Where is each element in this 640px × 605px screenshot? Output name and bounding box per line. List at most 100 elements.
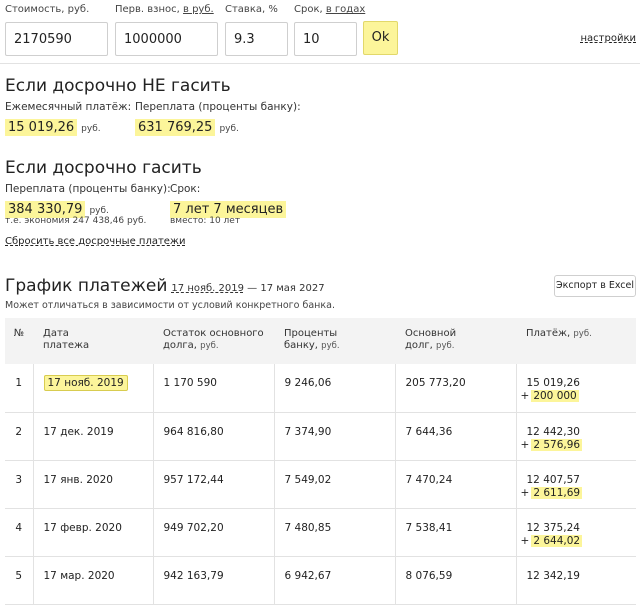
range-end: 17 мая 2027 bbox=[260, 283, 325, 294]
saving-text: т.е. экономия 247 438,46 руб. bbox=[5, 216, 147, 226]
header-payment-unit: руб. bbox=[573, 329, 592, 339]
term-label-text: Срок, bbox=[294, 4, 323, 15]
header-interest: Проценты банку, руб. bbox=[274, 318, 395, 364]
row-date: 17 дек. 2019 bbox=[33, 412, 154, 461]
row-extra-plus: + bbox=[520, 486, 530, 499]
down-payment-unit-toggle[interactable]: в руб. bbox=[183, 4, 214, 15]
row-payment-value: 12 375,24 bbox=[526, 521, 580, 534]
row-payment: 12 375,24 +2 644,02 bbox=[516, 508, 637, 557]
term-field-group: Срок, в годах 10 bbox=[294, 4, 365, 56]
row-balance: 1 170 590 bbox=[153, 364, 275, 413]
range-start[interactable]: 17 нояб. 2019 bbox=[171, 283, 244, 294]
row-balance: 957 172,44 bbox=[153, 460, 275, 509]
header-principal-line2: долг, bbox=[405, 340, 433, 351]
down-payment-label: Перв. взнос, в руб. bbox=[115, 4, 218, 18]
header-num: № bbox=[5, 318, 33, 364]
early-overpayment: 384 330,79 руб. bbox=[5, 198, 109, 218]
header-principal: Основной долг, руб. bbox=[395, 318, 516, 364]
row-interest: 7 480,85 bbox=[274, 508, 396, 557]
input-bar: Стоимость, руб. 2170590 Перв. взнос, в р… bbox=[0, 0, 640, 64]
row-extra-payment[interactable]: +2 644,02 bbox=[520, 534, 637, 547]
early-term-label: Срок: bbox=[170, 183, 201, 195]
cost-input[interactable]: 2170590 bbox=[5, 22, 108, 56]
row-date-value[interactable]: 17 нояб. 2019 bbox=[43, 375, 128, 391]
early-overpayment-unit: руб. bbox=[89, 206, 109, 216]
row-payment-value: 12 342,19 bbox=[526, 569, 580, 582]
header-balance-unit: руб. bbox=[200, 341, 219, 351]
row-date: 17 февр. 2020 bbox=[33, 508, 154, 557]
row-payment: 12 342,19 bbox=[516, 556, 636, 605]
schedule-title: График платежей bbox=[5, 276, 168, 296]
down-payment-label-text: Перв. взнос, bbox=[115, 4, 180, 15]
row-interest: 6 942,67 bbox=[274, 556, 396, 605]
down-payment-input[interactable]: 1000000 bbox=[115, 22, 218, 56]
down-payment-field-group: Перв. взнос, в руб. 1000000 bbox=[115, 4, 218, 56]
header-date-line1: Дата bbox=[43, 328, 69, 339]
reset-early-payments-link[interactable]: Сбросить все досрочные платежи bbox=[5, 236, 185, 247]
row-extra-plus: + bbox=[520, 390, 530, 402]
ok-button[interactable]: Ok bbox=[363, 21, 398, 55]
row-extra-payment[interactable]: +200 000 bbox=[521, 390, 637, 402]
row-extra-plus: + bbox=[520, 534, 530, 547]
row-payment: 15 019,26 +200 000 bbox=[516, 364, 637, 413]
header-date-line2: платежа bbox=[43, 340, 90, 351]
row-principal: 8 076,59 bbox=[395, 556, 517, 605]
row-payment: 12 442,30 +2 576,96 bbox=[516, 412, 637, 461]
row-num: 1 bbox=[5, 364, 34, 413]
row-interest: 7 374,90 bbox=[274, 412, 396, 461]
cost-label: Стоимость, руб. bbox=[5, 4, 90, 15]
table-row: 5 17 мар. 2020 942 163,79 6 942,67 8 076… bbox=[5, 556, 636, 605]
row-payment-value: 12 407,57 bbox=[526, 473, 580, 486]
row-extra-amount[interactable]: 2 576,96 bbox=[531, 438, 583, 451]
row-payment-value: 15 019,26 bbox=[526, 377, 580, 389]
cost-field-group: Стоимость, руб. 2170590 bbox=[5, 4, 108, 56]
row-num: 5 bbox=[5, 556, 34, 605]
row-principal: 7 538,41 bbox=[395, 508, 517, 557]
monthly-payment-value: 15 019,26 bbox=[5, 119, 78, 136]
table-row: 2 17 дек. 2019 964 816,80 7 374,90 7 644… bbox=[5, 412, 637, 461]
row-date: 17 нояб. 2019 bbox=[33, 364, 154, 413]
row-extra-amount[interactable]: 2 611,69 bbox=[531, 486, 583, 499]
term-instead: вместо: 10 лет bbox=[170, 216, 241, 226]
header-payment-line1: Платёж, bbox=[526, 328, 571, 339]
term-input[interactable]: 10 bbox=[294, 22, 357, 56]
range-separator: — bbox=[247, 283, 258, 294]
term-label: Срок, в годах bbox=[294, 4, 365, 18]
monthly-payment-unit: руб. bbox=[81, 124, 101, 134]
row-date-value[interactable]: 17 дек. 2019 bbox=[44, 426, 114, 438]
header-interest-line2: банку, bbox=[284, 340, 318, 351]
early-title: Если досрочно гасить bbox=[5, 158, 202, 178]
row-interest: 9 246,06 bbox=[274, 364, 396, 413]
row-date-value[interactable]: 17 янв. 2020 bbox=[44, 474, 113, 486]
header-interest-unit: руб. bbox=[321, 341, 340, 351]
settings-link[interactable]: настройки bbox=[581, 33, 637, 44]
overpayment-unit: руб. bbox=[219, 124, 239, 134]
row-balance: 942 163,79 bbox=[153, 556, 275, 605]
row-date-value[interactable]: 17 февр. 2020 bbox=[44, 522, 122, 534]
row-payment-value: 12 442,30 bbox=[526, 425, 580, 438]
header-balance: Остаток основного долга, руб. bbox=[153, 318, 274, 364]
row-payment: 12 407,57 +2 611,69 bbox=[516, 460, 637, 509]
overpayment: 631 769,25 руб. bbox=[135, 116, 239, 136]
export-excel-button[interactable]: Экспорт в Excel bbox=[554, 275, 636, 297]
header-balance-line1: Остаток основного bbox=[163, 328, 264, 339]
row-balance: 964 816,80 bbox=[153, 412, 275, 461]
header-date: Дата платежа bbox=[33, 318, 153, 364]
row-interest: 7 549,02 bbox=[274, 460, 396, 509]
rate-label: Ставка, % bbox=[225, 4, 278, 15]
row-extra-payment[interactable]: +2 611,69 bbox=[520, 486, 637, 499]
row-extra-amount[interactable]: 200 000 bbox=[531, 390, 579, 402]
table-row: 4 17 февр. 2020 949 702,20 7 480,85 7 53… bbox=[5, 508, 637, 557]
early-term: 7 лет 7 месяцев bbox=[170, 198, 287, 218]
header-principal-unit: руб. bbox=[436, 341, 455, 351]
header-balance-line2: долга, bbox=[163, 340, 197, 351]
row-extra-amount[interactable]: 2 644,02 bbox=[531, 534, 583, 547]
header-principal-line1: Основной bbox=[405, 328, 457, 339]
row-date: 17 янв. 2020 bbox=[33, 460, 154, 509]
row-extra-payment[interactable]: +2 576,96 bbox=[521, 438, 637, 451]
table-row: 3 17 янв. 2020 957 172,44 7 549,02 7 470… bbox=[5, 460, 637, 509]
rate-input[interactable]: 9.3 bbox=[225, 22, 288, 56]
term-unit-toggle[interactable]: в годах bbox=[326, 4, 365, 15]
monthly-payment: 15 019,26 руб. bbox=[5, 116, 101, 136]
row-date-value[interactable]: 17 мар. 2020 bbox=[44, 570, 115, 582]
